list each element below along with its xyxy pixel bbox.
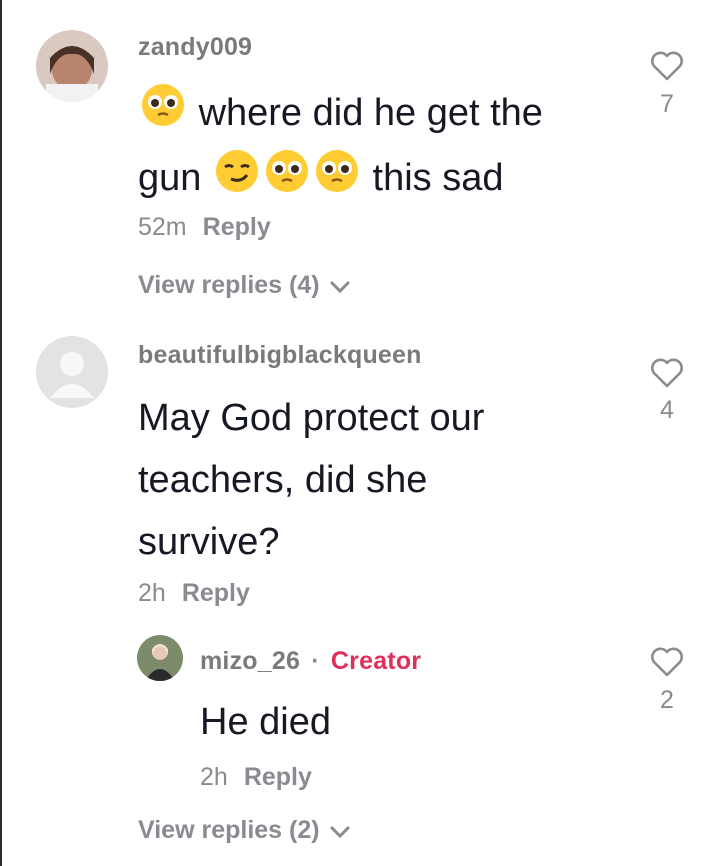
window-edge bbox=[0, 0, 2, 866]
like-heart-icon[interactable] bbox=[650, 357, 684, 389]
comment-meta: 52m Reply bbox=[138, 213, 271, 242]
avatar[interactable] bbox=[36, 30, 108, 102]
comment-text-part: gun bbox=[138, 157, 202, 200]
reply-text: He died bbox=[200, 701, 331, 743]
comment-time: 2h bbox=[138, 579, 166, 607]
chevron-down-icon bbox=[329, 825, 350, 838]
view-replies-button[interactable]: View replies (2) bbox=[138, 816, 352, 845]
comment-text: where did he get the gun this sad bbox=[138, 82, 618, 213]
reply-username-row: mizo_26 · Creator bbox=[200, 647, 421, 676]
reply-button[interactable]: Reply bbox=[182, 579, 250, 607]
reply-time: 2h bbox=[200, 763, 228, 791]
comment-text-part: this sad bbox=[372, 157, 504, 200]
comment-username[interactable]: beautifulbigblackqueen bbox=[138, 341, 422, 370]
comment-time: 52m bbox=[138, 213, 187, 241]
comment-text-line: survive? bbox=[138, 521, 280, 563]
pleading-face-emoji-icon bbox=[140, 82, 186, 147]
like-count: 4 bbox=[660, 396, 674, 424]
comment-text-line: teachers, did she bbox=[138, 459, 428, 501]
view-replies-button[interactable]: View replies (4) bbox=[138, 271, 352, 300]
reply-button[interactable]: Reply bbox=[244, 763, 312, 791]
pleading-face-emoji-icon bbox=[314, 148, 360, 213]
reply-button[interactable]: Reply bbox=[203, 213, 271, 241]
reply-meta: 2h Reply bbox=[200, 763, 312, 792]
like-heart-icon[interactable] bbox=[650, 50, 684, 82]
like-count: 7 bbox=[660, 90, 674, 118]
pleading-face-emoji-icon bbox=[264, 148, 310, 213]
comment-text-part: where did he get the bbox=[198, 92, 543, 134]
avatar-default[interactable] bbox=[36, 336, 108, 408]
creator-badge: Creator bbox=[330, 647, 422, 675]
comment-text-line: May God protect our bbox=[138, 397, 485, 439]
reply-username[interactable]: mizo_26 bbox=[200, 647, 300, 675]
comment-username[interactable]: zandy009 bbox=[138, 33, 252, 62]
smirking-face-emoji-icon bbox=[214, 148, 260, 213]
comment-meta: 2h Reply bbox=[138, 579, 250, 608]
separator-dot: · bbox=[311, 647, 320, 675]
chevron-down-icon bbox=[329, 280, 350, 293]
avatar[interactable] bbox=[137, 635, 183, 681]
view-replies-label: View replies (4) bbox=[138, 271, 320, 299]
like-count: 2 bbox=[660, 686, 674, 714]
comment-text: May God protect our teachers, did she su… bbox=[138, 387, 618, 573]
view-replies-label: View replies (2) bbox=[138, 816, 320, 844]
like-heart-icon[interactable] bbox=[650, 646, 684, 678]
